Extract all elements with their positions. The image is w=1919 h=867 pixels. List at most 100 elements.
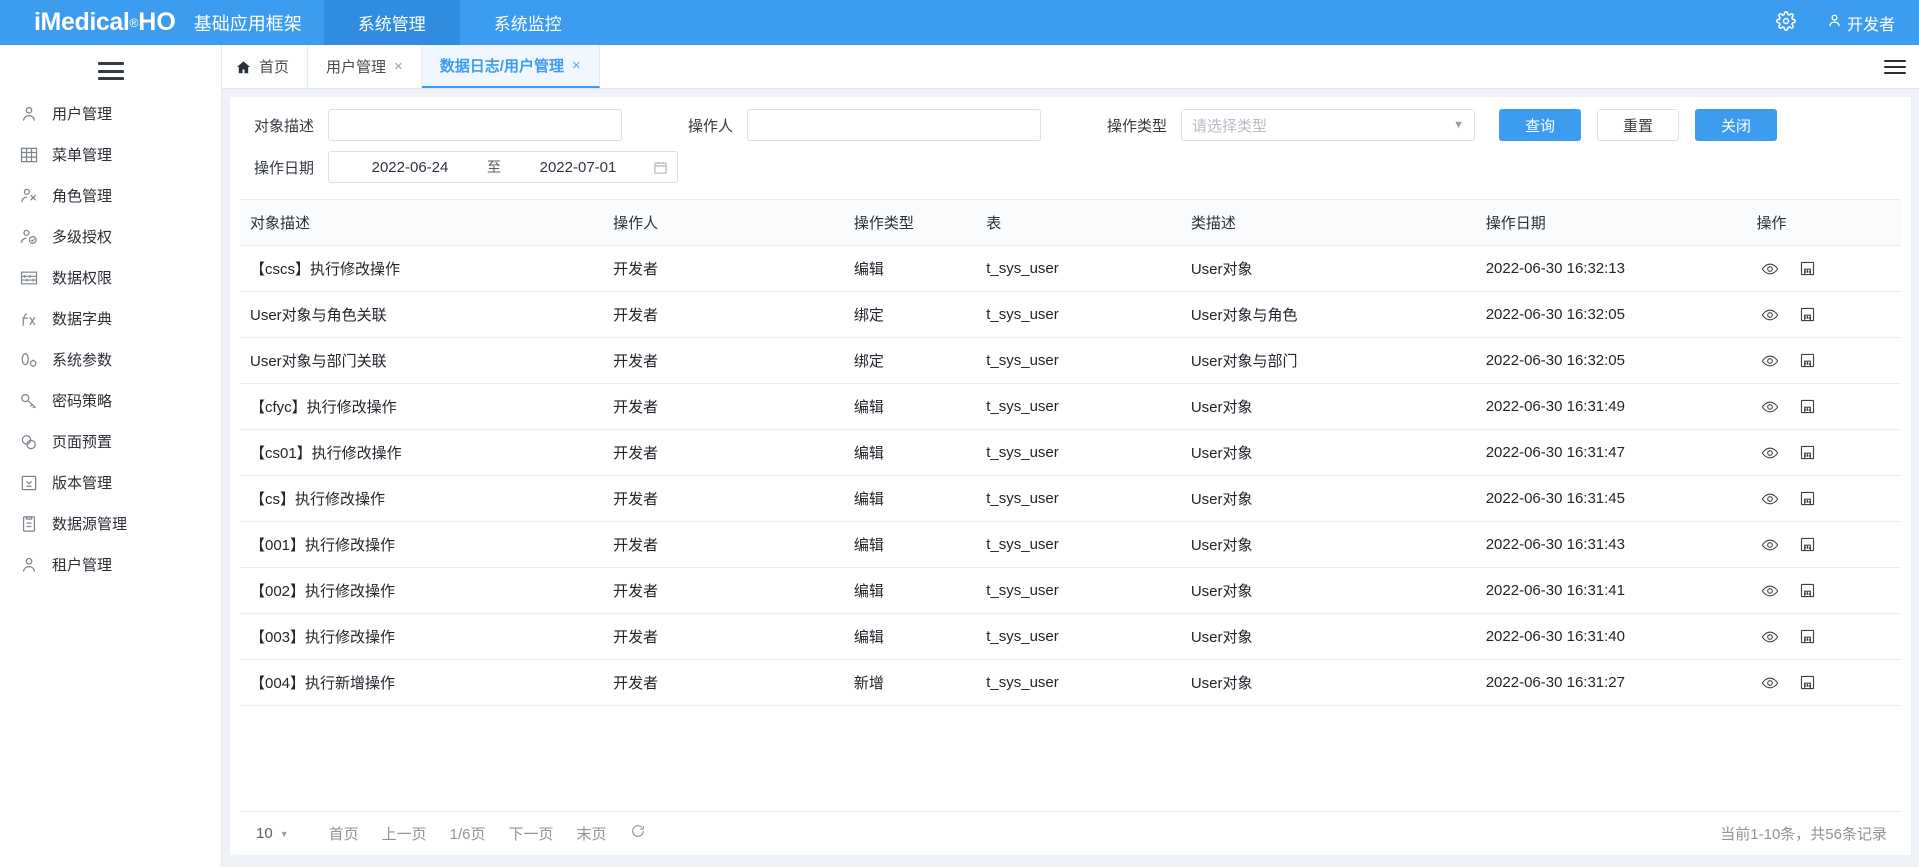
- gear-icon[interactable]: [1776, 11, 1796, 35]
- eye-view-icon[interactable]: [1761, 490, 1779, 508]
- brand-logo-ho: HO: [138, 8, 176, 37]
- save-disk-icon[interactable]: [1799, 674, 1816, 691]
- column-header-operation-date[interactable]: 操作日期: [1486, 200, 1757, 246]
- function-fx-icon: [18, 308, 40, 330]
- cell-operation-date: 2022-06-30 16:31:27: [1486, 660, 1757, 706]
- sidebar-item-role-management[interactable]: 角色管理: [0, 175, 221, 216]
- eye-view-icon[interactable]: [1761, 260, 1779, 278]
- sidebar-item-data-dictionary[interactable]: 数据字典: [0, 298, 221, 339]
- operator-input[interactable]: [747, 109, 1041, 141]
- record-summary: 当前1-10条，共56条记录: [1720, 823, 1887, 844]
- sidebar-item-tenant-management[interactable]: 租户管理: [0, 544, 221, 585]
- cell-object-description: 【cfyc】执行修改操作: [240, 384, 613, 430]
- cell-actions: [1757, 246, 1901, 292]
- save-disk-icon[interactable]: [1799, 260, 1816, 277]
- save-disk-icon[interactable]: [1799, 490, 1816, 507]
- save-disk-icon[interactable]: [1799, 536, 1816, 553]
- sidebar-item-password-policy[interactable]: 密码策略: [0, 380, 221, 421]
- sidebar-item-user-management[interactable]: 用户管理: [0, 93, 221, 134]
- prev-page-link[interactable]: 上一页: [382, 823, 427, 844]
- cell-table: t_sys_user: [986, 430, 1191, 476]
- eye-view-icon[interactable]: [1761, 352, 1779, 370]
- cell-table: t_sys_user: [986, 246, 1191, 292]
- eye-view-icon[interactable]: [1761, 444, 1779, 462]
- next-page-link[interactable]: 下一页: [509, 823, 554, 844]
- eye-view-icon[interactable]: [1761, 536, 1779, 554]
- table-row[interactable]: 【cs】执行修改操作开发者编辑t_sys_userUser对象2022-06-3…: [240, 476, 1901, 522]
- save-disk-icon[interactable]: [1799, 352, 1816, 369]
- calendar-icon[interactable]: [651, 160, 669, 175]
- eye-view-icon[interactable]: [1761, 306, 1779, 324]
- close-icon[interactable]: ×: [572, 57, 581, 74]
- topnav-system-management[interactable]: 系统管理: [324, 0, 460, 45]
- cell-operator: 开发者: [613, 660, 854, 706]
- user-menu[interactable]: 开发者: [1826, 11, 1895, 35]
- close-icon[interactable]: ×: [394, 58, 403, 75]
- cell-object-description: 【001】执行修改操作: [240, 522, 613, 568]
- column-header-operation-type[interactable]: 操作类型: [854, 200, 986, 246]
- table-row[interactable]: 【cscs】执行修改操作开发者编辑t_sys_userUser对象2022-06…: [240, 246, 1901, 292]
- operation-type-select[interactable]: 请选择类型 ▼: [1181, 109, 1475, 141]
- topnav-system-monitor[interactable]: 系统监控: [460, 0, 596, 45]
- cell-operation-date: 2022-06-30 16:32:13: [1486, 246, 1757, 292]
- first-page-link[interactable]: 首页: [329, 823, 359, 844]
- filter-buttons: 查询 重置 关闭: [1499, 109, 1777, 141]
- column-header-object-description[interactable]: 对象描述: [240, 200, 613, 246]
- search-button[interactable]: 查询: [1499, 109, 1581, 141]
- sidebar-item-data-permission[interactable]: 数据权限: [0, 257, 221, 298]
- table-row[interactable]: 【004】执行新增操作开发者新增t_sys_userUser对象2022-06-…: [240, 660, 1901, 706]
- sidebar-item-menu-management[interactable]: 菜单管理: [0, 134, 221, 175]
- table-row[interactable]: 【cs01】执行修改操作开发者编辑t_sys_userUser对象2022-06…: [240, 430, 1901, 476]
- cell-table: t_sys_user: [986, 660, 1191, 706]
- eye-view-icon[interactable]: [1761, 674, 1779, 692]
- tab-data-log-user-management[interactable]: 数据日志/用户管理 ×: [422, 45, 600, 88]
- operation-date-range-picker[interactable]: 2022-06-24 至 2022-07-01: [328, 151, 678, 183]
- abacus-icon: [18, 267, 40, 289]
- sidebar-item-system-params[interactable]: 系统参数: [0, 339, 221, 380]
- tab-home[interactable]: 首页: [222, 45, 308, 88]
- save-disk-icon[interactable]: [1799, 582, 1816, 599]
- last-page-link[interactable]: 末页: [577, 823, 607, 844]
- save-disk-icon[interactable]: [1799, 398, 1816, 415]
- table-row[interactable]: 【cfyc】执行修改操作开发者编辑t_sys_userUser对象2022-06…: [240, 384, 1901, 430]
- sidebar-item-page-preset[interactable]: 页面预置: [0, 421, 221, 462]
- close-button[interactable]: 关闭: [1695, 109, 1777, 141]
- date-end-value[interactable]: 2022-07-01: [505, 159, 651, 176]
- column-header-operator[interactable]: 操作人: [613, 200, 854, 246]
- data-log-table: 对象描述 操作人 操作类型 表 类描述 操作日期 操作 【cscs】执行修改操作…: [240, 199, 1901, 706]
- column-header-class-description[interactable]: 类描述: [1191, 200, 1486, 246]
- sidebar-item-datasource-management[interactable]: 数据源管理: [0, 503, 221, 544]
- table-row[interactable]: 【002】执行修改操作开发者编辑t_sys_userUser对象2022-06-…: [240, 568, 1901, 614]
- date-start-value[interactable]: 2022-06-24: [337, 159, 483, 176]
- save-disk-icon[interactable]: [1799, 444, 1816, 461]
- filter-form: 对象描述 操作人 操作类型 请选择类型 ▼ 查询 重置: [230, 97, 1911, 199]
- table-row[interactable]: 【001】执行修改操作开发者编辑t_sys_userUser对象2022-06-…: [240, 522, 1901, 568]
- chevron-down-icon: ▼: [280, 829, 289, 839]
- column-header-table[interactable]: 表: [986, 200, 1191, 246]
- eye-view-icon[interactable]: [1761, 628, 1779, 646]
- save-disk-icon[interactable]: [1799, 306, 1816, 323]
- eye-view-icon[interactable]: [1761, 582, 1779, 600]
- table-row[interactable]: 【003】执行修改操作开发者编辑t_sys_userUser对象2022-06-…: [240, 614, 1901, 660]
- pagination-bar: 10 ▼ 首页 上一页 1/6页 下一页 末页 当前1-10条，共56条记录: [240, 811, 1901, 855]
- reset-button[interactable]: 重置: [1597, 109, 1679, 141]
- save-disk-icon[interactable]: [1799, 628, 1816, 645]
- tab-options-menu[interactable]: [1871, 45, 1919, 88]
- panel: 对象描述 操作人 操作类型 请选择类型 ▼ 查询 重置: [230, 97, 1911, 855]
- table-row[interactable]: User对象与部门关联开发者绑定t_sys_userUser对象与部门2022-…: [240, 338, 1901, 384]
- clipboard-icon: [18, 513, 40, 535]
- cell-object-description: 【cs】执行修改操作: [240, 476, 613, 522]
- table-row[interactable]: User对象与角色关联开发者绑定t_sys_userUser对象与角色2022-…: [240, 292, 1901, 338]
- sidebar-item-multilevel-auth[interactable]: 多级授权: [0, 216, 221, 257]
- top-bar-right-cluster: 开发者: [1776, 0, 1919, 45]
- page-size-select[interactable]: 10 ▼: [256, 825, 289, 842]
- refresh-icon[interactable]: [630, 823, 646, 844]
- tab-user-management[interactable]: 用户管理 ×: [308, 45, 422, 88]
- object-description-input[interactable]: [328, 109, 622, 141]
- sidebar-collapse-toggle[interactable]: [0, 49, 221, 93]
- cell-operation-date: 2022-06-30 16:31:45: [1486, 476, 1757, 522]
- sidebar-item-version-management[interactable]: 版本管理: [0, 462, 221, 503]
- eye-view-icon[interactable]: [1761, 398, 1779, 416]
- two-circles-icon: [18, 431, 40, 453]
- cell-operator: 开发者: [613, 430, 854, 476]
